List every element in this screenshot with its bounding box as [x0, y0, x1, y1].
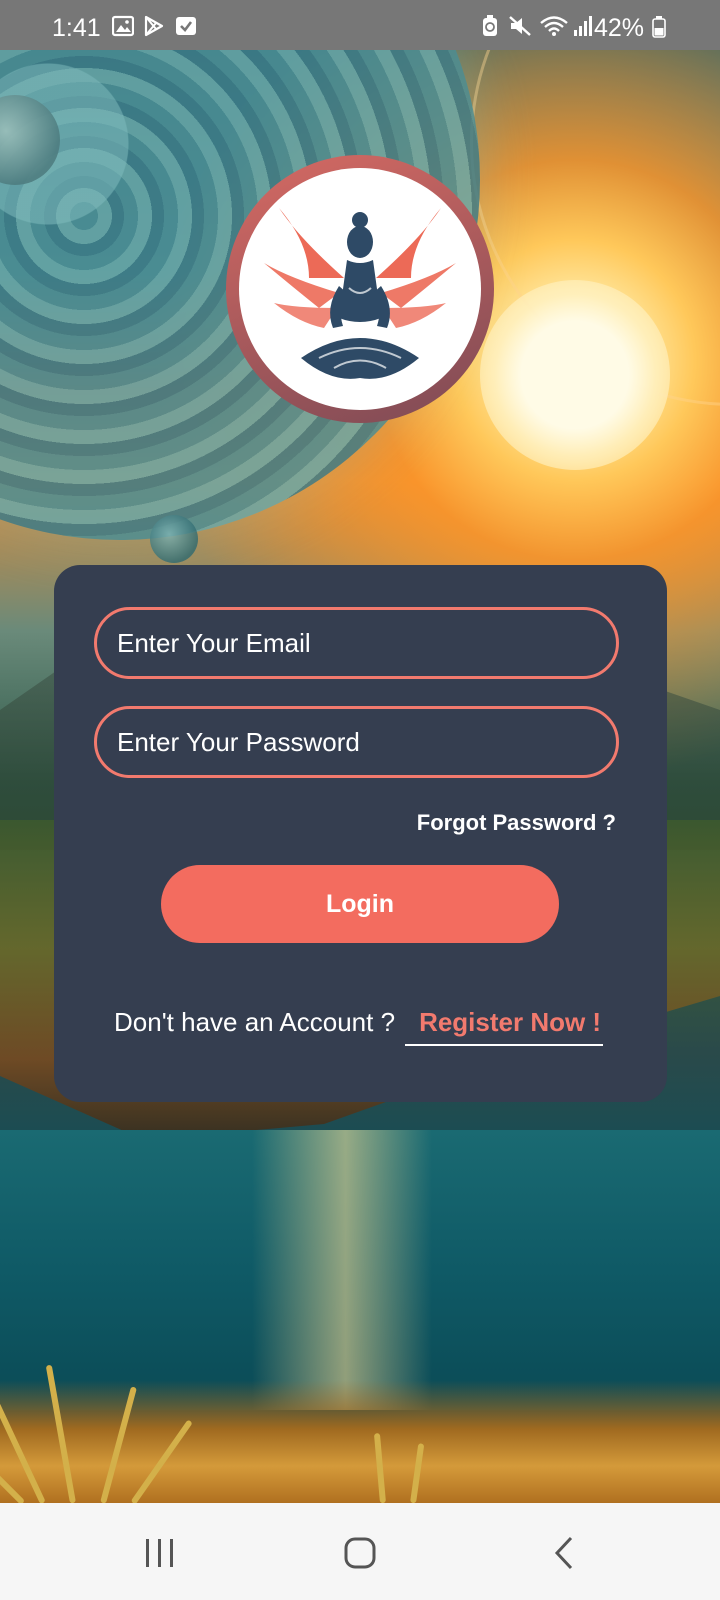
- battery-percent: 42%: [593, 14, 644, 42]
- signal-icon: [574, 16, 592, 36]
- back-icon[interactable]: [535, 1533, 595, 1573]
- sun: [480, 280, 670, 470]
- logo-disc: [239, 168, 481, 410]
- password-field[interactable]: [94, 706, 619, 778]
- recent-apps-icon[interactable]: [130, 1533, 190, 1573]
- login-card: Forgot Password ? Login Don't have an Ac…: [54, 565, 667, 1102]
- app-logo: [226, 155, 494, 423]
- lake: [0, 1130, 720, 1410]
- meditating-angel-icon: [264, 208, 456, 379]
- mute-icon: [509, 16, 531, 36]
- grass-blade: [130, 1419, 193, 1503]
- small-moon: [150, 515, 198, 563]
- grass-blade: [373, 1433, 386, 1503]
- register-now-link[interactable]: Register Now !: [405, 1007, 604, 1046]
- grass-blade: [100, 1386, 137, 1503]
- checkbox-icon: [176, 17, 196, 35]
- play-store-icon: [144, 15, 164, 37]
- navigation-bar: [0, 1503, 720, 1600]
- no-account-text: Don't have an Account ?: [114, 1007, 396, 1037]
- login-button[interactable]: Login: [161, 865, 559, 943]
- status-time: 1:41: [52, 14, 101, 42]
- register-row: Don't have an Account ? Register Now !: [114, 1007, 604, 1046]
- foreground-grass: [0, 1364, 720, 1503]
- battery-icon: [652, 16, 666, 38]
- status-bar: 1:41 42%: [0, 0, 720, 50]
- grass-blade: [0, 1437, 26, 1503]
- gallery-icon: [112, 15, 134, 37]
- email-field[interactable]: [94, 607, 619, 679]
- grass-blade: [45, 1364, 76, 1503]
- wifi-icon: [540, 16, 568, 36]
- forgot-password-link[interactable]: Forgot Password ?: [417, 810, 616, 836]
- home-icon[interactable]: [330, 1533, 390, 1573]
- battery-saver-icon: [483, 15, 497, 36]
- grass-blade: [410, 1443, 425, 1503]
